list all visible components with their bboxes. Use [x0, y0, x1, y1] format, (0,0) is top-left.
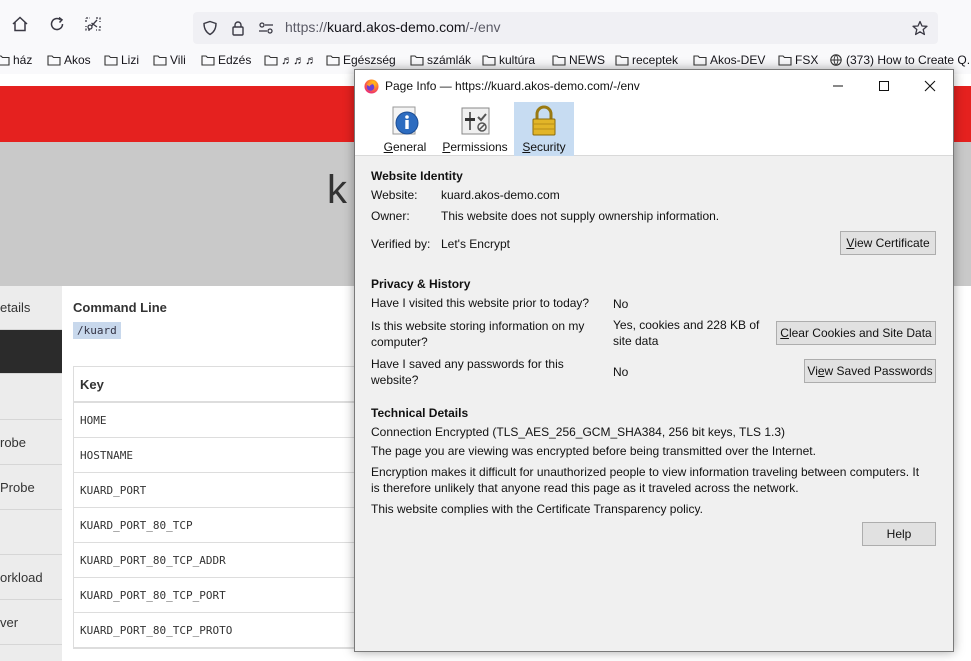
- minimize-icon: [833, 85, 843, 87]
- bookmark-star-icon[interactable]: [911, 19, 929, 37]
- nav-item[interactable]: ver: [0, 601, 62, 645]
- nav-item[interactable]: robe: [0, 421, 62, 465]
- minimize-button[interactable]: [815, 70, 861, 102]
- page-info-dialog: Page Info — https://kuard.akos-demo.com/…: [354, 69, 954, 652]
- clear-cookies-button[interactable]: Clear Cookies and Site Data: [776, 321, 936, 345]
- folder-icon: [326, 55, 340, 66]
- bookmark-link[interactable]: (373) How to Create Q...: [829, 53, 971, 67]
- folder-icon: [615, 55, 629, 66]
- home-icon: [12, 16, 28, 32]
- storing-question-line2: computer?: [371, 335, 428, 349]
- lock-icon[interactable]: [229, 19, 247, 37]
- encrypted-transmission-text: The page you are viewing was encrypted b…: [371, 444, 816, 458]
- command-line-value: /kuard: [73, 322, 121, 339]
- passwords-question-line1: Have I saved any passwords for this: [371, 357, 564, 371]
- bookmark-folder[interactable]: ♬♬♬: [264, 53, 317, 67]
- bookmark-folder[interactable]: ház: [0, 53, 32, 67]
- folder-icon: [153, 55, 167, 66]
- tab-security[interactable]: Security: [514, 102, 574, 156]
- bookmark-folder[interactable]: Lizi: [104, 53, 139, 67]
- encryption-explanation-line1: Encryption makes it difficult for unauth…: [371, 465, 920, 479]
- certificate-transparency-text: This website complies with the Certifica…: [371, 502, 703, 516]
- permissions-icon: [461, 107, 490, 135]
- screenshot-scissors-icon: [85, 17, 101, 31]
- browser-toolbar: https://kuard.akos-demo.com/-/env: [0, 0, 971, 48]
- command-line-title: Command Line: [73, 300, 167, 315]
- permissions-sliders-icon[interactable]: [257, 19, 275, 37]
- technical-details-heading: Technical Details: [371, 406, 469, 420]
- reload-icon: [50, 16, 64, 31]
- bookmark-folder[interactable]: FSX: [778, 53, 818, 67]
- bookmark-folder[interactable]: Akos-DEV: [693, 53, 765, 67]
- tab-general[interactable]: General: [382, 102, 428, 156]
- view-saved-passwords-button[interactable]: Vi e w Saved Passwords: [804, 359, 936, 383]
- bookmark-folder[interactable]: NEWS: [552, 53, 605, 67]
- tracking-protection-shield-icon[interactable]: [201, 19, 219, 37]
- bookmark-folder[interactable]: Edzés: [201, 53, 251, 67]
- folder-icon: [552, 55, 566, 66]
- reload-button[interactable]: [43, 10, 71, 38]
- dialog-tabs: General Permissions Security: [355, 102, 953, 156]
- nav-item[interactable]: [0, 511, 62, 555]
- encryption-explanation-line2: is therefore unlikely that anyone read t…: [371, 481, 799, 495]
- folder-icon: [693, 55, 707, 66]
- bookmark-folder[interactable]: Akos: [47, 53, 91, 67]
- home-button[interactable]: [6, 10, 34, 38]
- bookmark-folder[interactable]: receptek: [615, 53, 678, 67]
- view-certificate-button[interactable]: View Certificate: [840, 231, 936, 255]
- folder-icon: [201, 55, 215, 66]
- info-icon: [392, 106, 419, 135]
- website-identity-heading: Website Identity: [371, 169, 463, 183]
- passwords-answer: No: [613, 365, 629, 379]
- nav-item[interactable]: Probe: [0, 466, 62, 510]
- padlock-icon: [532, 105, 556, 136]
- maximize-icon: [879, 81, 889, 91]
- globe-icon: [830, 54, 842, 66]
- close-icon: [924, 80, 936, 92]
- help-button[interactable]: Help: [862, 522, 936, 546]
- security-panel: Website Identity Website: kuard.akos-dem…: [355, 157, 953, 651]
- bookmark-folder[interactable]: Egészség: [326, 53, 396, 67]
- storing-question-line1: Is this website storing information on m…: [371, 319, 585, 333]
- owner-label: Owner:: [371, 209, 410, 223]
- folder-icon: [410, 55, 424, 66]
- website-value: kuard.akos-demo.com: [441, 188, 560, 202]
- passwords-question-line2: website?: [371, 373, 419, 387]
- website-label: Website:: [371, 188, 418, 202]
- tab-permissions[interactable]: Permissions: [440, 102, 510, 156]
- folder-icon: [104, 55, 118, 66]
- visited-question: Have I visited this website prior to tod…: [371, 296, 590, 310]
- page-title: k: [327, 168, 347, 212]
- dialog-title: Page Info — https://kuard.akos-demo.com/…: [385, 79, 640, 93]
- nav-item-active[interactable]: [0, 330, 62, 374]
- nav-item[interactable]: etails: [0, 286, 62, 330]
- screenshot-button[interactable]: [79, 10, 107, 38]
- storing-answer-line1: Yes, cookies and 228 KB of: [613, 318, 760, 332]
- nav-item[interactable]: orkload: [0, 556, 62, 600]
- side-nav: etails robe Probe orkload ver: [0, 286, 62, 661]
- maximize-button[interactable]: [861, 70, 907, 102]
- visited-answer: No: [613, 297, 629, 311]
- folder-icon: [264, 55, 278, 66]
- folder-icon: [0, 55, 10, 66]
- bookmark-folder[interactable]: kultúra: [482, 53, 535, 67]
- connection-encrypted-text: Connection Encrypted (TLS_AES_256_GCM_SH…: [371, 425, 786, 439]
- privacy-history-heading: Privacy & History: [371, 277, 471, 291]
- folder-icon: [482, 55, 496, 66]
- folder-icon: [47, 55, 61, 66]
- nav-item[interactable]: [0, 376, 62, 420]
- url-text[interactable]: https://kuard.akos-demo.com/-/env: [285, 19, 501, 35]
- owner-value: This website does not supply ownership i…: [441, 209, 720, 223]
- bookmark-folder[interactable]: Vili: [153, 53, 186, 67]
- storing-answer-line2: site data: [613, 334, 659, 348]
- firefox-icon: [364, 79, 379, 94]
- verified-by-value: Let's Encrypt: [441, 237, 510, 251]
- folder-icon: [778, 55, 792, 66]
- verified-by-label: Verified by:: [371, 237, 431, 251]
- bookmark-folder[interactable]: számlák: [410, 53, 471, 67]
- dialog-titlebar[interactable]: Page Info — https://kuard.akos-demo.com/…: [355, 70, 953, 102]
- url-bar[interactable]: https://kuard.akos-demo.com/-/env: [193, 12, 938, 44]
- close-button[interactable]: [907, 70, 953, 102]
